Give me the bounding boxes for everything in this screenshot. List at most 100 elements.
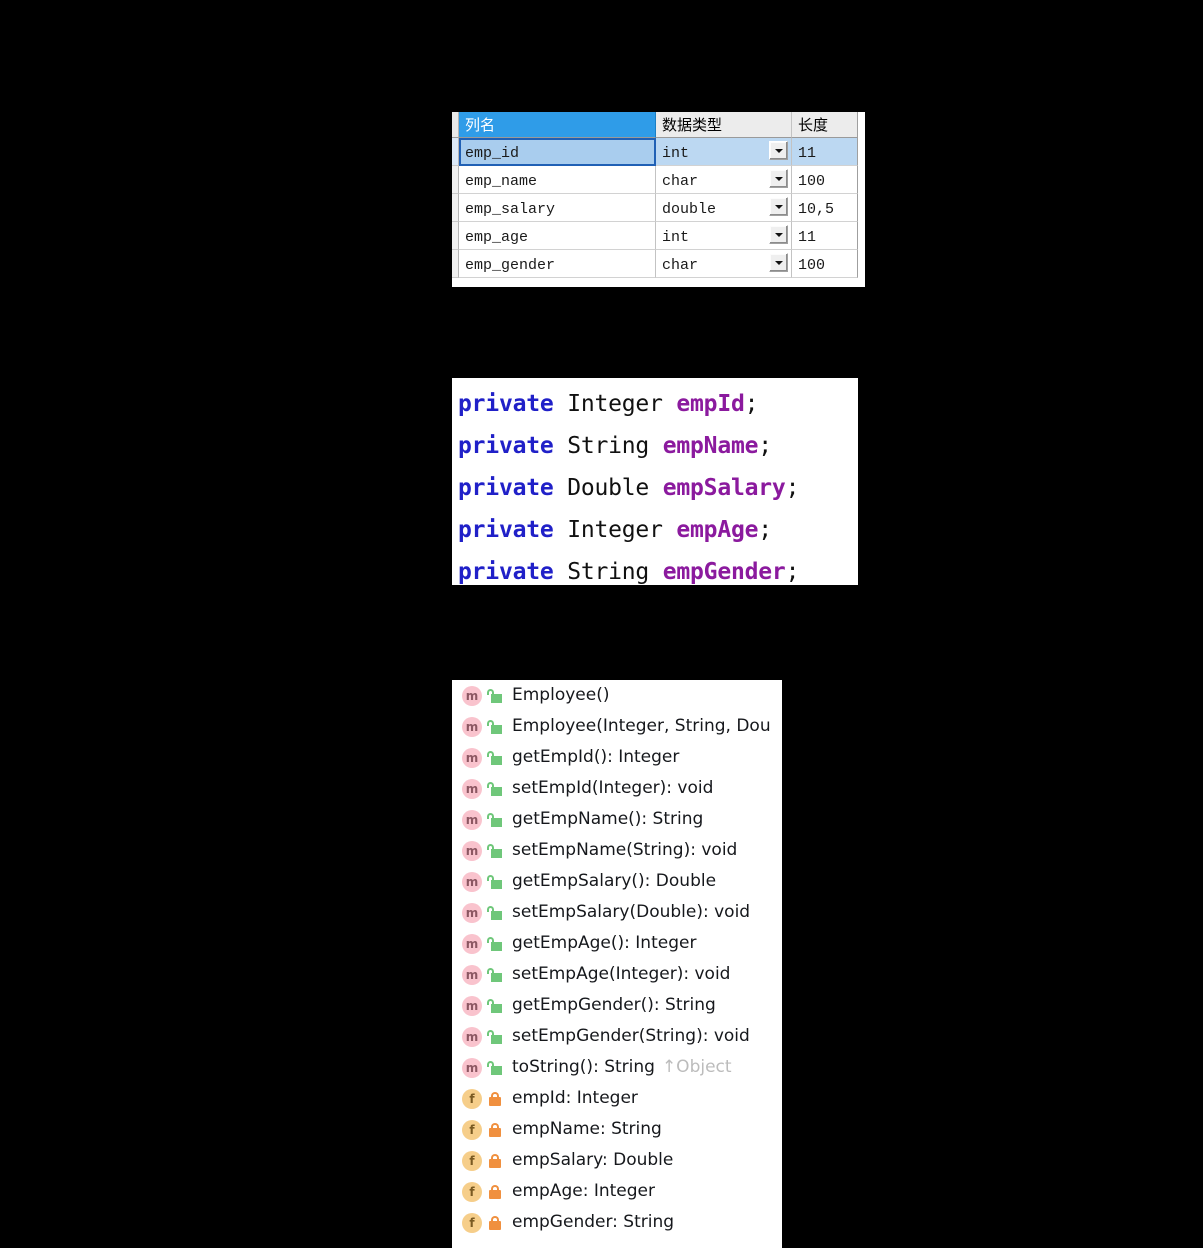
cell-data-type[interactable]: double [656,194,792,222]
header-data-type[interactable]: 数据类型 [656,112,792,138]
code-line[interactable]: private String empName; [458,425,858,467]
cell-length[interactable]: 10,5 [792,194,858,222]
table-row[interactable]: emp_age int 11 [452,222,865,250]
code-field-name: empId [676,391,745,417]
cell-data-type[interactable]: char [656,166,792,194]
cell-length[interactable]: 100 [792,166,858,194]
padlock-body [491,849,502,858]
list-item[interactable]: m setEmpGender(String): void [452,1021,782,1052]
green-open-padlock-icon [487,997,503,1014]
code-field-name: empSalary [662,475,786,501]
code-keyword: private [458,517,554,543]
table-body: emp_id int 11 emp_name char 100 emp_salary doub… [452,138,865,278]
list-item[interactable]: m toString(): String ↑Object [452,1052,782,1083]
kind-letter: m [462,933,482,954]
row-gutter[interactable] [452,194,459,222]
code-keyword: private [458,433,554,459]
table-row[interactable]: emp_name char 100 [452,166,865,194]
code-terminator: ; [758,433,772,459]
row-gutter[interactable] [452,166,459,194]
code-line[interactable]: private Double empSalary; [458,467,858,509]
kind-letter: m [462,871,482,892]
padlock-body [489,1159,501,1168]
table-header-row: 列名 数据类型 长度 [452,112,865,138]
table-row[interactable]: emp_gender char 100 [452,250,865,278]
list-item-label: empSalary: Double [512,1150,674,1170]
cell-data-type[interactable]: int [656,222,792,250]
list-item-label: getEmpGender(): String [512,995,716,1015]
cell-column-name[interactable]: emp_gender [459,250,656,278]
list-item-label: setEmpGender(String): void [512,1026,750,1046]
chevron-down-icon[interactable] [769,253,788,272]
cell-data-type[interactable]: char [656,250,792,278]
row-gutter[interactable] [452,138,459,166]
chevron-down-icon[interactable] [769,141,788,160]
cell-data-type[interactable]: int [656,138,792,166]
code-line[interactable]: private Integer empId; [458,383,858,425]
list-item[interactable]: m setEmpSalary(Double): void [452,897,782,928]
list-item[interactable]: m setEmpName(String): void [452,835,782,866]
list-item[interactable]: m getEmpAge(): Integer [452,928,782,959]
list-item[interactable]: f empName: String [452,1114,782,1145]
row-gutter[interactable] [452,250,459,278]
list-item[interactable]: m Employee(Integer, String, Dou [452,711,782,742]
orange-closed-padlock-icon [487,1214,503,1231]
code-line[interactable]: private Integer empAge; [458,509,858,551]
java-field-code-block[interactable]: private Integer empId; private String emp… [452,378,858,585]
cell-length[interactable]: 11 [792,222,858,250]
header-column-name[interactable]: 列名 [459,112,656,138]
list-item-label: empGender: String [512,1212,675,1232]
padlock-body [491,911,502,920]
db-column-table[interactable]: 列名 数据类型 长度 emp_id int 11 emp_name char 100 emp… [452,112,865,287]
cell-length[interactable]: 100 [792,250,858,278]
padlock-body [491,942,502,951]
list-item[interactable]: m getEmpSalary(): Double [452,866,782,897]
kind-letter: m [462,995,482,1016]
kind-letter: f [462,1088,482,1109]
class-outline-panel[interactable]: m Employee() m Employee(Integer, String, Do… [452,680,782,1248]
padlock-body [491,1035,502,1044]
list-item-label: getEmpId(): Integer [512,747,680,767]
row-gutter[interactable] [452,222,459,250]
cell-column-name[interactable]: emp_age [459,222,656,250]
code-type: String [567,559,650,585]
list-item[interactable]: f empGender: String [452,1207,782,1238]
padlock-body [491,880,502,889]
code-line[interactable]: private String empGender; [458,551,858,585]
cell-column-name[interactable]: emp_id [459,138,656,166]
list-item[interactable]: m Employee() [452,680,782,711]
green-open-padlock-icon [487,873,503,890]
chevron-down-icon[interactable] [769,169,788,188]
kind-letter: m [462,809,482,830]
list-item[interactable]: f empId: Integer [452,1083,782,1114]
table-row[interactable]: emp_salary double 10,5 [452,194,865,222]
list-item[interactable]: m setEmpAge(Integer): void [452,959,782,990]
padlock-body [491,1004,502,1013]
list-item-label: getEmpSalary(): Double [512,871,717,891]
list-item[interactable]: m getEmpId(): Integer [452,742,782,773]
list-item[interactable]: f empSalary: Double [452,1145,782,1176]
green-open-padlock-icon [487,966,503,983]
table-row[interactable]: emp_id int 11 [452,138,865,166]
cell-data-type-value: char [662,172,699,190]
padlock-body [489,1221,501,1230]
cell-column-name[interactable]: emp_name [459,166,656,194]
padlock-body [489,1128,501,1137]
code-type: Double [567,475,650,501]
code-field-name: empName [662,433,759,459]
list-item[interactable]: f empAge: Integer [452,1176,782,1207]
list-item-label: Employee() [512,685,610,705]
header-length[interactable]: 长度 [792,112,858,138]
kind-letter: m [462,1057,482,1078]
padlock-body [491,787,502,796]
list-item[interactable]: m setEmpId(Integer): void [452,773,782,804]
code-terminator: ; [758,517,772,543]
cell-data-type-value: int [662,144,690,162]
list-item[interactable]: m getEmpGender(): String [452,990,782,1021]
padlock-body [491,694,502,703]
cell-length[interactable]: 11 [792,138,858,166]
cell-column-name[interactable]: emp_salary [459,194,656,222]
list-item[interactable]: m getEmpName(): String [452,804,782,835]
chevron-down-icon[interactable] [769,225,788,244]
chevron-down-icon[interactable] [769,197,788,216]
